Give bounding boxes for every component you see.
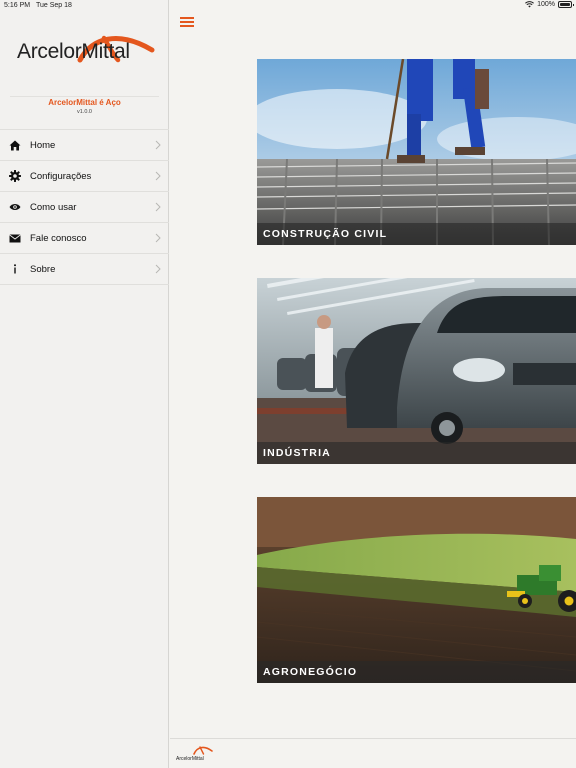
sidebar-item-contact[interactable]: Fale conosco: [0, 223, 169, 254]
chevron-right-icon: [155, 140, 161, 150]
home-icon: [0, 140, 30, 151]
gear-icon: [0, 170, 30, 182]
sidebar-item-label: Sobre: [30, 263, 56, 275]
sidebar-item-settings[interactable]: Configurações: [0, 161, 169, 192]
envelope-icon: [0, 233, 30, 243]
agribusiness-image: [257, 497, 576, 683]
category-card-construction[interactable]: CONSTRUÇÃO CIVIL: [257, 59, 576, 245]
bottom-bar: ArcelorMittal: [170, 738, 576, 768]
card-title: INDÚSTRIA: [263, 447, 331, 459]
footer-logo: ArcelorMittal: [176, 743, 216, 765]
card-title: CONSTRUÇÃO CIVIL: [263, 228, 388, 240]
sidebar-item-home[interactable]: Home: [0, 130, 169, 161]
category-card-industry[interactable]: INDÚSTRIA: [257, 278, 576, 464]
brand-name: ArcelorMittal: [17, 40, 130, 63]
chevron-right-icon: [155, 171, 161, 181]
sidebar-menu: Home Configurações Como usar Fale conosc…: [0, 129, 169, 285]
battery-percent: 100%: [537, 1, 555, 8]
wifi-icon: [525, 1, 535, 8]
sidebar-item-about[interactable]: Sobre: [0, 254, 169, 285]
menu-toggle-button[interactable]: [180, 17, 194, 29]
status-right: 100%: [525, 1, 574, 8]
sidebar-item-how-to-use[interactable]: Como usar: [0, 192, 169, 223]
app-version: v1.0.0: [77, 109, 92, 115]
info-icon: [0, 264, 30, 274]
sidebar-item-label: Home: [30, 139, 56, 151]
industry-image: [257, 278, 576, 464]
status-time: 5:16 PM: [4, 2, 31, 9]
chevron-right-icon: [155, 264, 161, 274]
brand-swoosh-icon: [193, 746, 213, 755]
hamburger-line: [180, 21, 194, 23]
sidebar-item-label: Como usar: [30, 201, 77, 213]
hamburger-line: [180, 25, 194, 27]
eye-icon: [0, 203, 30, 211]
sidebar-item-label: Configurações: [30, 170, 92, 182]
card-label-bar: AGRONEGÓCIO: [257, 661, 576, 683]
sidebar: ArcelorMittal ArcelorMittal é Aço v1.0.0…: [0, 0, 169, 768]
main-content: CONSTRUÇÃO CIVIL INDÚSTRIA AGRONEGÓCIO A…: [170, 0, 576, 768]
footer-brand: ArcelorMittal: [176, 756, 204, 762]
chevron-right-icon: [155, 202, 161, 212]
construction-image: [257, 59, 576, 245]
status-bar: 5:16 PM Tue Sep 18 100%: [0, 0, 576, 14]
battery-fill: [560, 3, 570, 6]
category-card-agribusiness[interactable]: AGRONEGÓCIO: [257, 497, 576, 683]
status-date: Tue Sep 18: [36, 2, 72, 9]
brand-tagline: ArcelorMittal é Aço: [48, 98, 121, 107]
logo-divider: [10, 96, 159, 97]
battery-icon: [558, 1, 574, 8]
sidebar-item-label: Fale conosco: [30, 232, 87, 244]
hamburger-line: [180, 17, 194, 19]
card-label-bar: CONSTRUÇÃO CIVIL: [257, 223, 576, 245]
card-title: AGRONEGÓCIO: [263, 666, 358, 678]
card-label-bar: INDÚSTRIA: [257, 442, 576, 464]
chevron-right-icon: [155, 233, 161, 243]
